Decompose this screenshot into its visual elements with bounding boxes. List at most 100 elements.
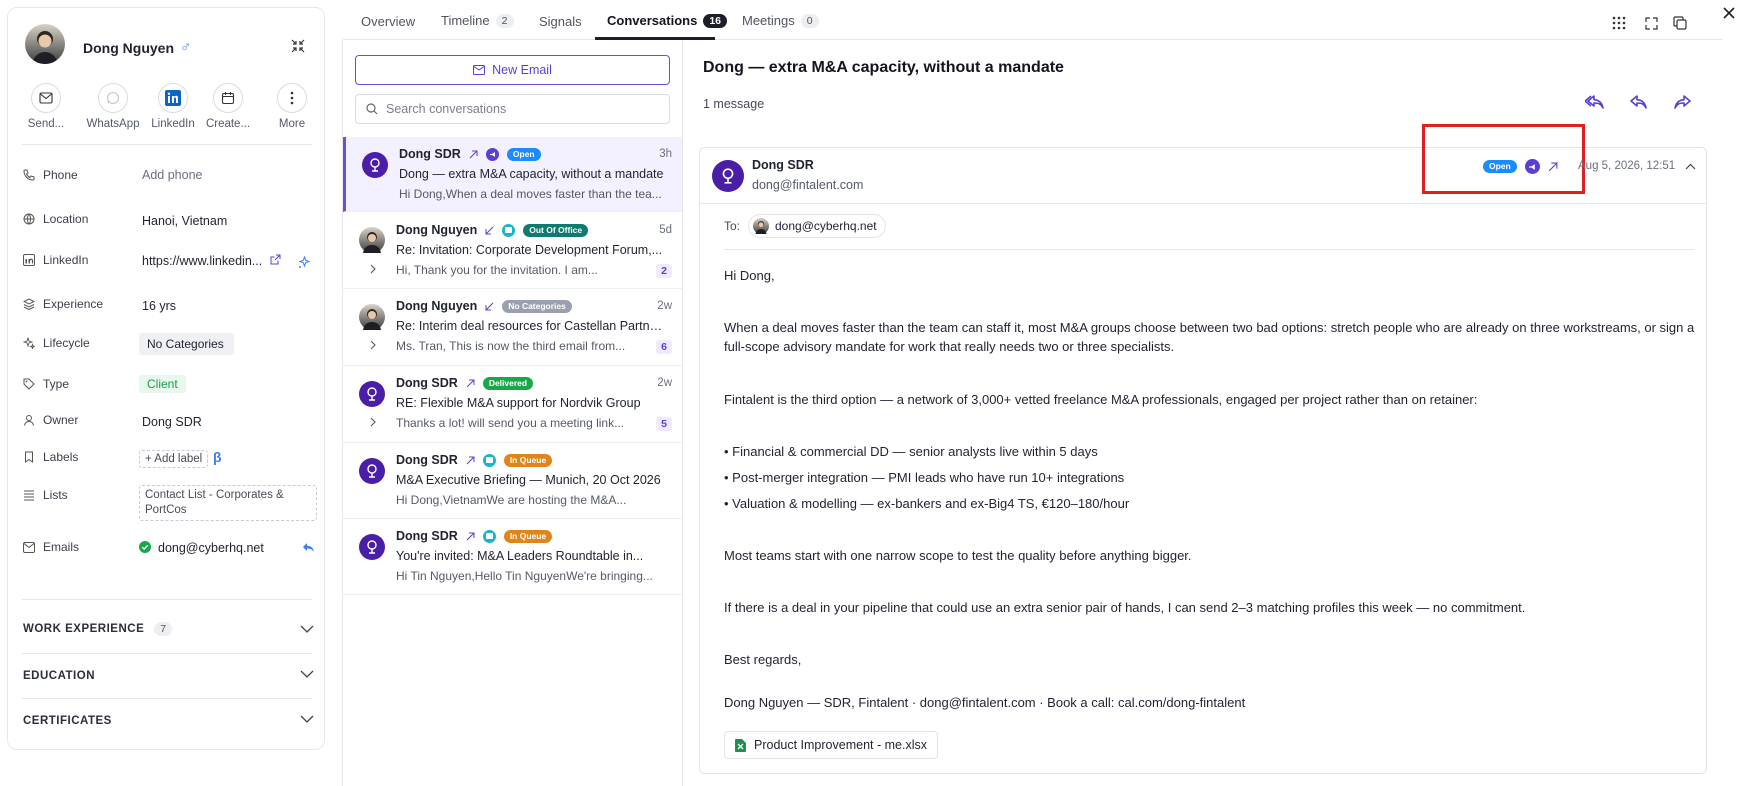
experience-value: 16 yrs xyxy=(142,299,177,313)
tag-icon xyxy=(23,378,35,390)
thread-count: 6 xyxy=(656,340,672,354)
search-icon xyxy=(366,103,378,115)
incoming-arrow-icon xyxy=(485,226,494,234)
experience-label: Experience xyxy=(23,297,103,311)
whatsapp-action[interactable]: WhatsApp xyxy=(83,83,143,130)
body-bullet: • Financial & commercial DD — senior ana… xyxy=(724,444,1098,459)
chevron-up-icon[interactable] xyxy=(1685,163,1696,170)
message-date: Aug 5, 2026, 12:51 xyxy=(1578,160,1676,172)
contact-avatar xyxy=(359,227,385,253)
conversation-item[interactable]: Dong SDR Open 3h Dong — extra M&A capaci… xyxy=(343,137,682,212)
conversation-item[interactable]: Dong Nguyen No Categories 2w Re: Interim… xyxy=(343,290,682,366)
status-badge: Delivered xyxy=(482,376,534,390)
create-action[interactable]: Create... xyxy=(198,83,258,130)
body-bullet: • Post-merger integration — PMI leads wh… xyxy=(724,470,1125,485)
new-email-button[interactable]: New Email xyxy=(355,55,670,85)
brand-avatar xyxy=(359,534,385,560)
layers-icon xyxy=(23,298,35,310)
list-chip[interactable]: Contact List - Corporates & PortCos xyxy=(139,485,317,521)
grid-icon[interactable] xyxy=(1612,16,1626,30)
more-action[interactable]: More xyxy=(262,83,322,130)
status-badge: Out Of Office xyxy=(523,223,589,237)
expand-icon[interactable] xyxy=(1645,17,1658,30)
email-value[interactable]: dong@cyberhq.net xyxy=(158,541,264,555)
conversation-item[interactable]: Dong SDR In Queue You're invited: M&A Le… xyxy=(343,520,682,595)
chevron-down-icon[interactable] xyxy=(300,670,314,678)
linkedin-label: LinkedIn xyxy=(23,253,88,267)
conversation-item[interactable]: Dong SDR Delivered 2w RE: Flexible M&A s… xyxy=(343,367,682,443)
labels-label: Labels xyxy=(23,450,78,464)
lifecycle-label: Lifecycle xyxy=(23,336,90,350)
incoming-arrow-icon xyxy=(485,302,494,310)
tab-timeline[interactable]: Timeline 2 xyxy=(441,13,514,28)
conversation-item[interactable]: Dong Nguyen Out Of Office 5d Re: Invitat… xyxy=(343,213,682,289)
campaign-icon xyxy=(485,147,499,161)
education-header[interactable]: EDUCATION xyxy=(23,670,95,682)
send-email-action[interactable]: Send... xyxy=(16,83,76,130)
chevron-right-icon xyxy=(370,340,376,350)
tab-conversations[interactable]: Conversations 16 xyxy=(607,13,727,28)
list-icon xyxy=(24,490,34,501)
reply-icon[interactable] xyxy=(302,542,315,553)
phone-field[interactable]: Add phone xyxy=(142,168,202,182)
outgoing-arrow-icon xyxy=(469,150,478,158)
mail-icon xyxy=(31,83,61,113)
body-paragraph: Fintalent is the third option — a networ… xyxy=(724,392,1478,407)
search-input[interactable]: Search conversations xyxy=(355,94,670,124)
chevron-down-icon[interactable] xyxy=(300,625,314,633)
external-link-icon[interactable] xyxy=(270,254,281,265)
tab-meetings[interactable]: Meetings 0 xyxy=(742,13,819,28)
status-badge: In Queue xyxy=(503,529,553,543)
mail-status-icon xyxy=(482,453,496,467)
thread-count: 2 xyxy=(656,264,672,278)
location-value[interactable]: Hanoi, Vietnam xyxy=(142,214,227,228)
reply-all-icon[interactable] xyxy=(1585,95,1605,109)
body-paragraph: Most teams start with one narrow scope t… xyxy=(724,548,1192,563)
mail-icon xyxy=(473,65,486,75)
linkedin-action[interactable]: LinkedIn xyxy=(143,83,203,130)
copy-icon[interactable] xyxy=(1673,16,1687,30)
linkedin-small-icon xyxy=(23,254,35,266)
message-card: Dong SDR dong@fintalent.com Open Aug 5, … xyxy=(699,124,1707,774)
open-status-badge[interactable]: Open xyxy=(1483,160,1517,173)
campaign-icon[interactable] xyxy=(1524,159,1540,174)
beta-badge: β xyxy=(213,449,222,465)
globe-icon xyxy=(23,213,35,225)
brand-avatar xyxy=(359,381,385,407)
chevron-down-icon[interactable] xyxy=(300,715,314,723)
message-count: 1 message xyxy=(703,97,765,111)
owner-value[interactable]: Dong SDR xyxy=(142,415,202,429)
emails-label: Emails xyxy=(23,540,79,554)
ai-sparkle-icon[interactable] xyxy=(298,256,311,269)
recipient-chip[interactable]: dong@cyberhq.net xyxy=(748,214,886,238)
more-vertical-icon xyxy=(277,83,307,113)
body-greeting: Hi Dong, xyxy=(724,268,775,283)
lists-label: Lists xyxy=(23,488,68,502)
mail-small-icon xyxy=(23,541,35,553)
lifecycle-select[interactable]: No Categories xyxy=(139,333,234,355)
reply-icon[interactable] xyxy=(1630,95,1647,109)
chevron-right-icon xyxy=(370,417,376,427)
attachment-chip[interactable]: Product Improvement - me.xlsx xyxy=(724,731,938,759)
add-label-button[interactable]: + Add label xyxy=(139,450,209,468)
tab-signals[interactable]: Signals xyxy=(539,14,582,29)
tab-overview[interactable]: Overview xyxy=(361,14,415,29)
work-experience-header[interactable]: WORK EXPERIENCE 7 xyxy=(23,622,173,636)
sender-name: Dong SDR xyxy=(752,158,814,172)
forward-icon[interactable] xyxy=(1674,95,1691,109)
chevron-right-icon xyxy=(370,264,376,274)
close-icon[interactable] xyxy=(1722,6,1736,20)
certificates-header[interactable]: CERTIFICATES xyxy=(23,715,112,727)
collapse-icon[interactable] xyxy=(291,39,305,53)
sender-email: dong@fintalent.com xyxy=(752,178,864,192)
brand-avatar xyxy=(359,458,385,484)
body-paragraph: If there is a deal in your pipeline that… xyxy=(724,600,1526,615)
type-badge[interactable]: Client xyxy=(139,375,186,393)
avatar xyxy=(25,24,65,64)
owner-label: Owner xyxy=(23,413,78,427)
location-label: Location xyxy=(23,212,88,226)
contact-name: Dong Nguyen xyxy=(83,39,174,56)
conversation-item[interactable]: Dong SDR In Queue M&A Executive Briefing… xyxy=(343,444,682,519)
linkedin-url[interactable]: https://www.linkedin... xyxy=(142,254,268,268)
status-badge: No Categories xyxy=(502,299,572,313)
